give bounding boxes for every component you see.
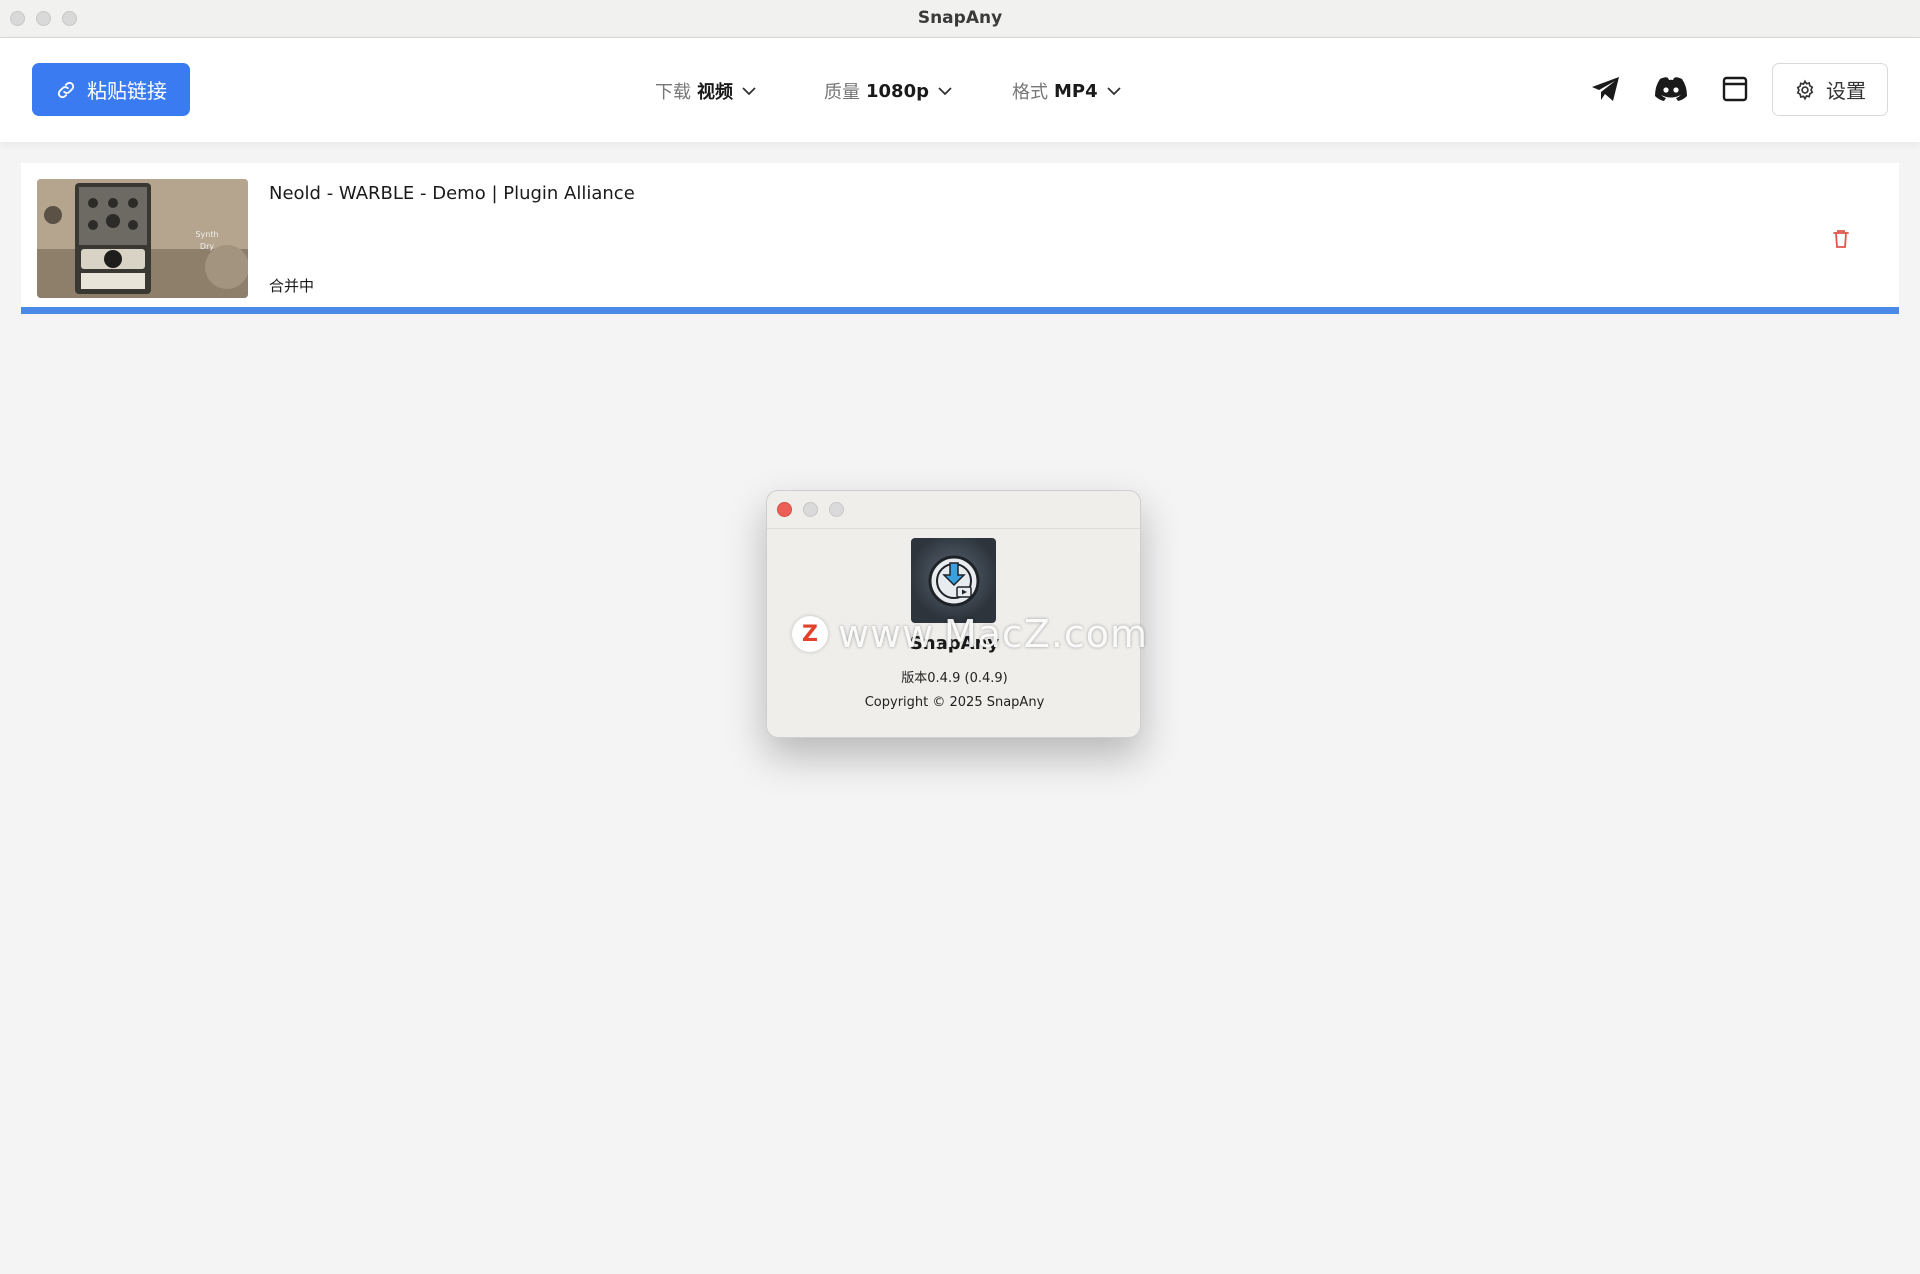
dialog-close-button[interactable] (777, 502, 792, 517)
quality-select[interactable]: 质量 1080p (824, 78, 953, 104)
thumbnail-caption-line: Synth (195, 230, 219, 239)
download-item[interactable]: Synth Dry Neold - WARBLE - Demo | Plugin… (21, 163, 1899, 314)
settings-label: 设置 (1826, 79, 1866, 103)
paste-link-button[interactable]: 粘贴链接 (32, 63, 190, 116)
download-type-select[interactable]: 下载 视频 (655, 78, 757, 104)
watermark: Z www.MacZ.com (792, 612, 1148, 656)
toolbar: 粘贴链接 下载 视频 质量 1080p 格式 MP4 设置 (0, 38, 1920, 142)
video-thumbnail: Synth Dry (37, 179, 248, 298)
delete-button[interactable] (1829, 227, 1853, 251)
app-icon (911, 538, 996, 623)
paste-link-label: 粘贴链接 (87, 79, 167, 103)
about-app-version: 版本0.4.9 (0.4.9) (901, 671, 1008, 686)
chevron-down-icon (742, 87, 756, 96)
about-dialog-title-bar (767, 491, 1140, 529)
format-select[interactable]: 格式 MP4 (1012, 78, 1122, 104)
telegram-button[interactable] (1588, 71, 1624, 107)
download-status: 合并中 (269, 277, 315, 295)
download-type-label: 下载 (655, 82, 691, 103)
watermark-text: www.MacZ.com (838, 612, 1149, 656)
quality-label: 质量 (824, 82, 860, 103)
window-title: SnapAny (917, 8, 1003, 28)
thumbnail-caption-line: Dry (199, 242, 215, 251)
settings-button[interactable]: 设置 (1772, 63, 1888, 116)
window-button[interactable] (1717, 71, 1753, 107)
window-icon (1722, 76, 1748, 102)
format-value: MP4 (1054, 80, 1098, 102)
trash-icon (1833, 230, 1849, 248)
about-copyright: Copyright © 2025 SnapAny (864, 695, 1045, 710)
quality-value: 1080p (866, 80, 929, 102)
download-title: Neold - WARBLE - Demo | Plugin Alliance (269, 183, 635, 204)
dialog-zoom-button[interactable] (829, 502, 844, 517)
download-progress-bar (21, 307, 1899, 314)
download-play-icon (928, 555, 979, 606)
title-bar: SnapAny (0, 0, 1920, 38)
dialog-minimize-button[interactable] (803, 502, 818, 517)
discord-button[interactable] (1653, 71, 1689, 107)
watermark-logo-icon: Z (792, 616, 828, 652)
chevron-down-icon (1107, 87, 1121, 96)
chevron-down-icon (938, 87, 952, 96)
link-icon (57, 81, 75, 98)
discord-icon (1655, 77, 1687, 101)
download-type-value: 视频 (697, 82, 733, 103)
download-progress-fill (21, 307, 1899, 314)
telegram-icon (1592, 77, 1619, 101)
gear-icon (1796, 79, 1814, 100)
format-label: 格式 (1012, 82, 1048, 103)
thumbnail-caption: Synth Dry (187, 229, 227, 253)
